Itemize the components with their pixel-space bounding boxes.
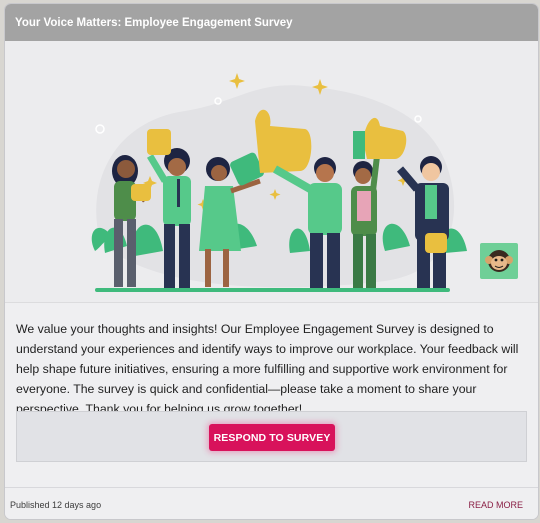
survey-description: We value your thoughts and insights! Our… xyxy=(16,322,519,416)
survey-card: Your Voice Matters: Employee Engagement … xyxy=(4,3,539,520)
hero-image xyxy=(5,41,538,303)
card-title: Your Voice Matters: Employee Engagement … xyxy=(5,4,538,41)
monkey-avatar-icon xyxy=(480,243,518,279)
thumbs-up-people-illustration xyxy=(91,73,467,292)
respond-to-survey-button[interactable]: RESPOND TO SURVEY xyxy=(209,424,335,451)
card-footer: Published 12 days ago READ MORE xyxy=(5,487,538,519)
read-more-link[interactable]: READ MORE xyxy=(468,500,523,510)
published-date: Published 12 days ago xyxy=(10,500,102,510)
cta-panel: RESPOND TO SURVEY xyxy=(16,411,527,462)
